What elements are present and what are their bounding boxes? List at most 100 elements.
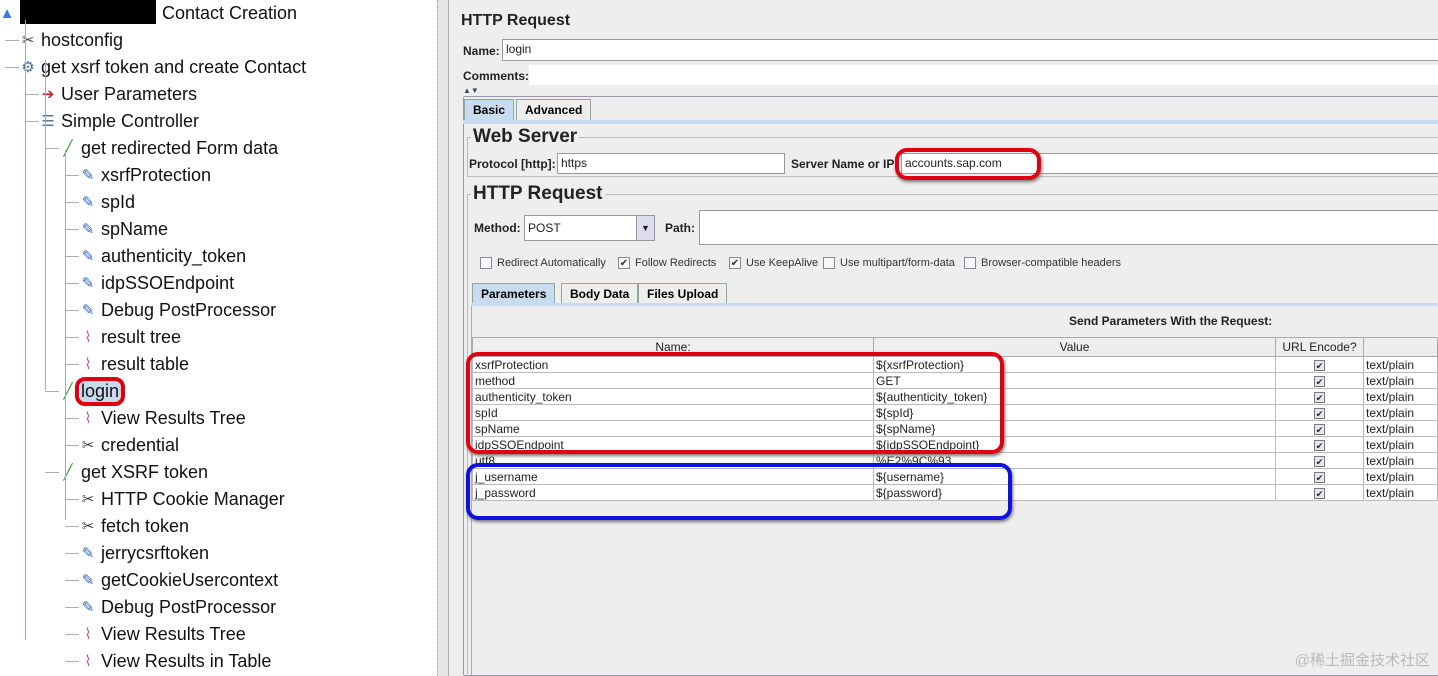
- params-highlight-red: [466, 352, 1004, 454]
- method-select[interactable]: POST ▼: [524, 215, 655, 241]
- tree-node[interactable]: ✂ fetch token: [78, 513, 189, 539]
- url-encode-checkbox[interactable]: ✔: [1314, 407, 1325, 419]
- tree-node-label: Debug PostProcessor: [101, 299, 277, 320]
- url-encode-checkbox[interactable]: ✔: [1314, 423, 1325, 435]
- tree-node-label: fetch token: [101, 515, 190, 536]
- checkbox-label: Use KeepAlive: [746, 257, 819, 269]
- url-encode-checkbox[interactable]: ✔: [1314, 439, 1325, 451]
- content-type[interactable]: text/plain: [1363, 484, 1438, 501]
- tree-node[interactable]: ✂ HTTP Cookie Manager: [78, 486, 285, 512]
- tree-node[interactable]: ✂ credential: [78, 432, 179, 458]
- tree-node[interactable]: ⚙ get xsrf token and create Contact: [18, 54, 306, 80]
- tree-node[interactable]: ➔ User Parameters: [38, 81, 197, 107]
- url-encode-checkbox[interactable]: ✔: [1314, 375, 1325, 387]
- content-type[interactable]: text/plain: [1363, 372, 1438, 389]
- checkbox-use-multipart-form-data[interactable]: Use multipart/form-data: [823, 257, 955, 269]
- tree-line: [25, 20, 26, 640]
- tab-files-upload[interactable]: Files Upload: [638, 283, 728, 304]
- content-type[interactable]: text/plain: [1363, 420, 1438, 437]
- tree-node[interactable]: ✎ Debug PostProcessor: [78, 594, 276, 620]
- checkbox-redirect-automatically[interactable]: Redirect Automatically: [480, 257, 606, 269]
- tree-node-label: HTTP Cookie Manager: [101, 488, 285, 509]
- tree-node[interactable]: ⌇ result table: [78, 351, 189, 377]
- protocol-input[interactable]: https: [557, 153, 785, 174]
- tab-parameters[interactable]: Parameters: [472, 283, 556, 304]
- tree-node[interactable]: ⌇ View Results in Table: [78, 648, 271, 674]
- checkbox-box[interactable]: ✔: [618, 257, 630, 269]
- extractor-icon: ✎: [81, 167, 95, 184]
- collapse-arrows-icon[interactable]: ▲▼: [463, 86, 479, 95]
- tree-node-label: idpSSOEndpoint: [101, 272, 235, 293]
- tree-connector: [65, 256, 79, 257]
- checkbox-label: Use multipart/form-data: [840, 257, 955, 269]
- splitter[interactable]: [437, 0, 449, 676]
- checkbox-follow-redirects[interactable]: ✔ Follow Redirects: [618, 257, 716, 269]
- tab-advanced[interactable]: Advanced: [516, 99, 592, 120]
- tree-node[interactable]: ☰ Simple Controller: [38, 108, 199, 134]
- url-encode-cell[interactable]: ✔: [1275, 372, 1364, 389]
- tree-connector: [65, 580, 79, 581]
- tree-node[interactable]: ✎ spName: [78, 216, 168, 242]
- tree-node[interactable]: ⌇ View Results Tree: [78, 405, 245, 431]
- path-input[interactable]: [699, 210, 1438, 245]
- content-type[interactable]: text/plain: [1363, 356, 1438, 373]
- listener-graph-icon: ⌇: [84, 653, 92, 670]
- checkbox-box[interactable]: [964, 257, 976, 269]
- tree-node[interactable]: ✂ hostconfig: [18, 27, 123, 53]
- url-encode-cell[interactable]: ✔: [1275, 356, 1364, 373]
- checkbox-browser-compatible-headers[interactable]: Browser-compatible headers: [964, 257, 1121, 269]
- tree-connector: [65, 499, 79, 500]
- url-encode-checkbox[interactable]: ✔: [1314, 455, 1325, 467]
- content-type[interactable]: text/plain: [1363, 436, 1438, 453]
- checkbox-use-keepalive[interactable]: ✔ Use KeepAlive: [729, 257, 818, 269]
- sampler-pipette-icon: ╱: [63, 140, 73, 157]
- url-encode-cell[interactable]: ✔: [1275, 404, 1364, 421]
- tree-connector: [25, 94, 39, 95]
- col-content-type[interactable]: [1363, 337, 1438, 357]
- checkbox-box[interactable]: ✔: [729, 257, 741, 269]
- url-encode-cell[interactable]: ✔: [1275, 388, 1364, 405]
- content-type[interactable]: text/plain: [1363, 404, 1438, 421]
- url-encode-cell[interactable]: ✔: [1275, 436, 1364, 453]
- tree-node-label: get redirected Form data: [81, 137, 279, 158]
- tree-node[interactable]: ╱ get redirected Form data: [58, 135, 278, 161]
- extractor-icon: ✎: [81, 275, 95, 292]
- content-type[interactable]: text/plain: [1363, 452, 1438, 469]
- url-encode-cell[interactable]: ✔: [1275, 468, 1364, 485]
- extractor-icon: ✎: [81, 221, 95, 238]
- tree-node-label: authenticity_token: [101, 245, 247, 266]
- chevron-down-icon[interactable]: ▼: [636, 216, 654, 240]
- tree-node[interactable]: ✎ xsrfProtection: [78, 162, 211, 188]
- http-request-heading: HTTP Request: [471, 183, 605, 205]
- method-label: Method:: [474, 221, 521, 235]
- tree-connector: [65, 337, 79, 338]
- url-encode-cell[interactable]: ✔: [1275, 452, 1364, 469]
- url-encode-cell[interactable]: ✔: [1275, 420, 1364, 437]
- tree-node[interactable]: ✎ authenticity_token: [78, 243, 246, 269]
- tree-node[interactable]: ✎ jerrycsrftoken: [78, 540, 209, 566]
- checkbox-box[interactable]: [480, 257, 492, 269]
- tree-node[interactable]: ✎ getCookieUsercontext: [78, 567, 278, 593]
- tree-node-label: get xsrf token and create Contact: [41, 56, 307, 77]
- content-type[interactable]: text/plain: [1363, 468, 1438, 485]
- content-type[interactable]: text/plain: [1363, 388, 1438, 405]
- col-url-encode[interactable]: URL Encode?: [1275, 337, 1364, 357]
- url-encode-checkbox[interactable]: ✔: [1314, 391, 1325, 403]
- tab-body-data[interactable]: Body Data: [561, 283, 639, 304]
- tree-node[interactable]: ✎ spId: [78, 189, 135, 215]
- tree-node[interactable]: ⌇ View Results Tree: [78, 621, 245, 647]
- tree-node[interactable]: ✎ idpSSOEndpoint: [78, 270, 234, 296]
- tree-node[interactable]: ✎ Debug PostProcessor: [78, 297, 276, 323]
- tree-node[interactable]: ⌇ result tree: [78, 324, 181, 350]
- url-encode-checkbox[interactable]: ✔: [1314, 359, 1325, 371]
- wrench-icon: ✂: [81, 491, 95, 508]
- tab-basic[interactable]: Basic: [464, 99, 515, 120]
- name-input[interactable]: login: [502, 39, 1438, 61]
- checkbox-box[interactable]: [823, 257, 835, 269]
- url-encode-checkbox[interactable]: ✔: [1314, 487, 1325, 499]
- url-encode-cell[interactable]: ✔: [1275, 484, 1364, 501]
- comments-input[interactable]: [529, 65, 1438, 85]
- tree-node[interactable]: ╱ login: [58, 376, 126, 406]
- url-encode-checkbox[interactable]: ✔: [1314, 471, 1325, 483]
- tree-node[interactable]: ╱ get XSRF token: [58, 459, 208, 485]
